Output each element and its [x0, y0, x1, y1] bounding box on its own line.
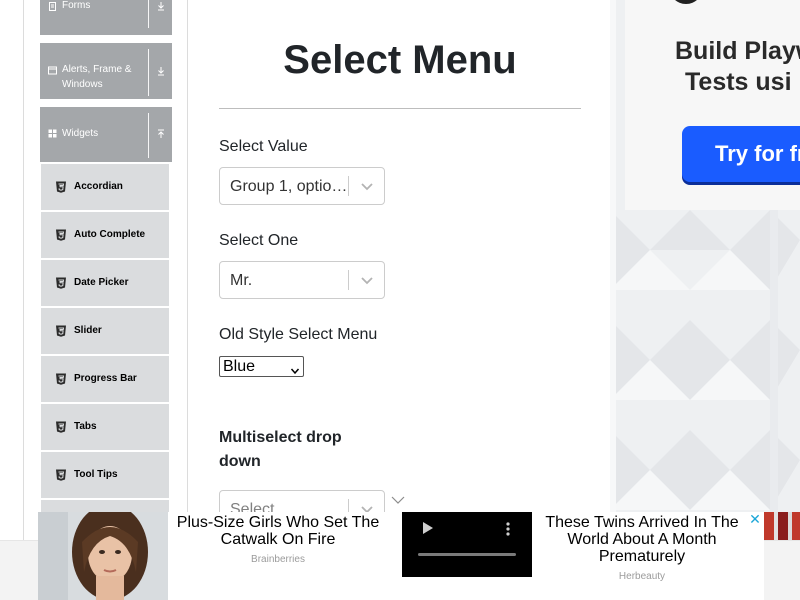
old-style-select[interactable]: Blue	[219, 356, 304, 377]
ad-cta-button[interactable]: Try for fr	[682, 126, 800, 182]
ad-photo[interactable]	[38, 512, 168, 600]
select-value-current: Group 1, option 1	[230, 178, 350, 195]
sidebar-group-forms[interactable]: Forms	[40, 0, 172, 35]
sidebar-item-label: Auto Complete	[74, 229, 146, 240]
sidebar-item-tabs[interactable]: Tabs	[41, 404, 169, 450]
chevron-down-icon[interactable]	[390, 493, 406, 507]
document-icon	[48, 2, 57, 11]
sidebar-item-label: Tabs	[74, 421, 97, 432]
html5-icon	[55, 325, 67, 337]
bottom-ad-unit[interactable]: Plus-Size Girls Who Set The Catwalk On F…	[38, 512, 764, 600]
sidebar-group-label: Alerts, Frame & Windows	[62, 64, 132, 90]
sidebar-group-widgets[interactable]: Widgets	[40, 107, 172, 162]
select-one-label: Select One	[219, 232, 299, 249]
indicator-separator	[348, 270, 349, 290]
sidebar-item-date-picker[interactable]: Date Picker	[41, 260, 169, 306]
window-icon	[48, 66, 57, 75]
multiselect-label: Multiselect drop down	[219, 429, 342, 470]
sidebar-item-label: Slider	[74, 325, 102, 336]
download-arrow-icon[interactable]	[155, 66, 166, 79]
sidebar-item-progress-bar[interactable]: Progress Bar	[41, 356, 169, 402]
sidebar-group-alerts[interactable]: Alerts, Frame & Windows	[40, 43, 172, 99]
video-progress-bar[interactable]	[418, 553, 516, 556]
select-value-label: Select Value	[219, 138, 308, 155]
html5-icon	[55, 373, 67, 385]
select-value-dropdown[interactable]: Group 1, option 1	[219, 167, 385, 205]
sidebar-item-label: Progress Bar	[74, 373, 137, 384]
page-title: Select Menu	[283, 38, 517, 82]
right-ad-banner[interactable]: Build Playw Tests usi Try for fr	[610, 0, 800, 540]
ad-story-1[interactable]: Plus-Size Girls Who Set The Catwalk On F…	[174, 514, 382, 565]
ad-story-source: Herbeauty	[618, 571, 666, 582]
ad-headline-line: Tests usi	[685, 68, 792, 96]
old-style-select-value: Blue	[223, 358, 256, 375]
group-separator	[148, 0, 149, 28]
ad-headline: Build Playw Tests usi	[625, 36, 800, 98]
ad-story-2[interactable]: These Twins Arrived In The World About A…	[542, 514, 742, 582]
sidebar-item-accordian[interactable]: Accordian	[41, 164, 169, 210]
video-player[interactable]	[402, 512, 532, 577]
sidebar-item-tool-tips[interactable]: Tool Tips	[41, 452, 169, 498]
sidebar-item-slider[interactable]: Slider	[41, 308, 169, 354]
play-icon[interactable]	[423, 522, 433, 534]
chevron-down-icon[interactable]	[359, 178, 375, 194]
sidebar-item-label: Accordian	[74, 181, 123, 192]
ad-story-title[interactable]: These Twins Arrived In The World About A…	[542, 514, 742, 565]
sidebar-group-label: Widgets	[62, 128, 99, 139]
indicator-separator	[348, 176, 349, 196]
widgets-grid-icon	[48, 129, 57, 138]
chevron-down-icon[interactable]	[359, 272, 375, 288]
ad-logo	[669, 0, 703, 4]
html5-icon	[55, 229, 67, 241]
html5-icon	[55, 277, 67, 289]
download-arrow-icon[interactable]	[155, 1, 166, 14]
ad-headline-line: Build Playw	[675, 37, 800, 65]
html5-icon	[55, 469, 67, 481]
html5-icon	[55, 421, 67, 433]
close-icon[interactable]: ✕	[748, 512, 762, 526]
old-style-select-label: Old Style Select Menu	[219, 326, 378, 343]
html5-icon	[55, 181, 67, 193]
ad-story-source: Brainberries	[251, 554, 305, 565]
sidebar-item-label: Tool Tips	[74, 469, 118, 480]
select-one-dropdown[interactable]: Mr.	[219, 261, 385, 299]
ad-card[interactable]: Build Playw Tests usi Try for fr	[625, 0, 800, 210]
title-divider	[219, 108, 581, 109]
sidebar-group-label: Forms	[62, 0, 91, 11]
group-separator	[148, 113, 149, 158]
ad-story-title[interactable]: Plus-Size Girls Who Set The Catwalk On F…	[174, 514, 382, 548]
select-one-current: Mr.	[230, 272, 253, 289]
dropdown-arrow-icon	[290, 362, 300, 375]
upload-arrow-icon[interactable]	[155, 129, 166, 142]
ad-stripe-image[interactable]	[764, 512, 800, 540]
group-separator	[148, 49, 149, 96]
sidebar-item-label: Date Picker	[74, 277, 129, 288]
sidebar-item-auto-complete[interactable]: Auto Complete	[41, 212, 169, 258]
more-options-icon[interactable]	[506, 521, 510, 537]
